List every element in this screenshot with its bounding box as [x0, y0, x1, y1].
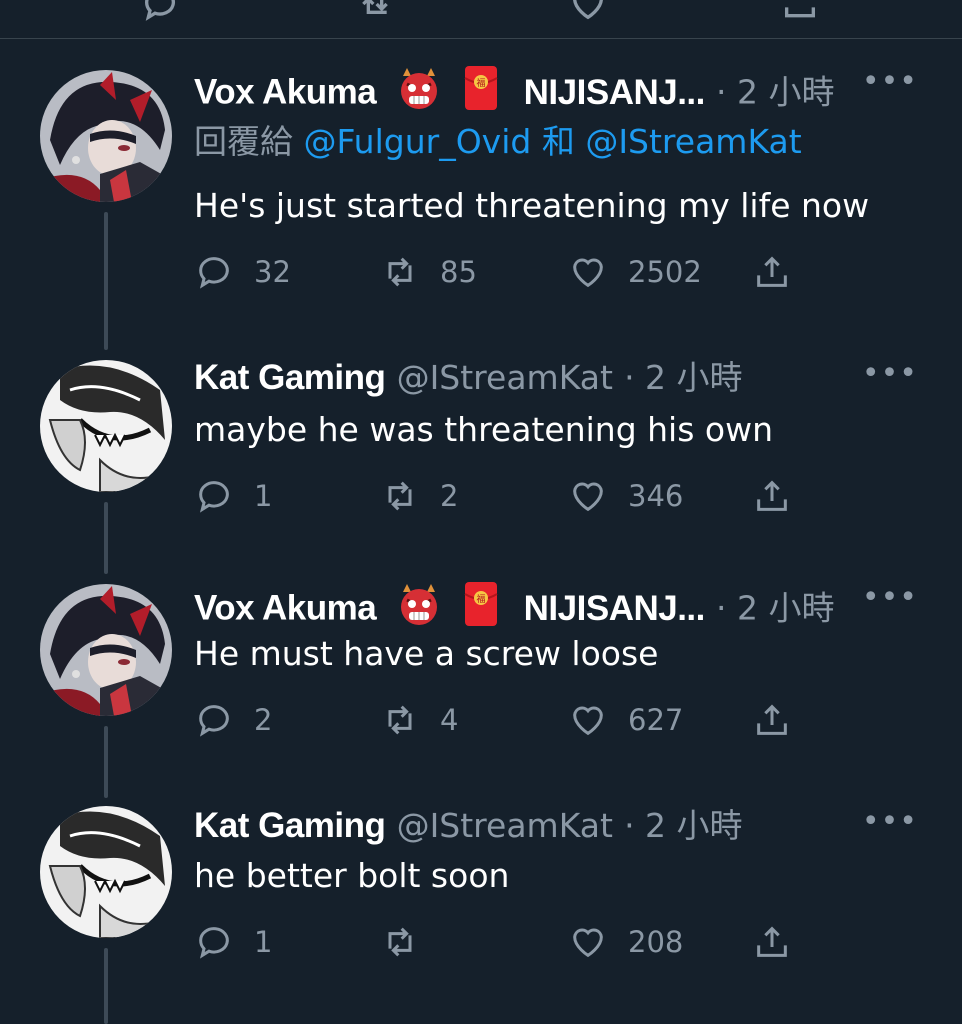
reply-icon	[199, 481, 229, 513]
share-icon[interactable]	[780, 0, 820, 24]
like-count: 208	[628, 925, 684, 959]
share-button[interactable]	[752, 474, 792, 518]
retweet-icon	[388, 481, 412, 511]
retweet-icon	[388, 257, 412, 287]
author-name[interactable]: Vox Akuma	[194, 73, 377, 112]
like-button[interactable]: 346	[568, 474, 683, 518]
tweet-time[interactable]: · 2 小時	[624, 806, 742, 845]
more-icon[interactable]: •••	[862, 804, 918, 839]
more-icon[interactable]: •••	[862, 580, 918, 615]
reply-button[interactable]: 1	[194, 920, 272, 964]
author-name[interactable]: Kat Gaming	[194, 358, 386, 397]
retweet-button[interactable]: 4	[380, 698, 458, 742]
heart-icon	[573, 928, 603, 958]
reply-prefix: 回覆給	[194, 122, 293, 161]
retweet-icon	[388, 927, 412, 957]
author-name[interactable]: Vox Akuma	[194, 589, 377, 628]
reply-count: 1	[254, 479, 273, 513]
reply-count: 32	[254, 255, 291, 289]
tweet-time[interactable]: · 2 小時	[716, 73, 834, 112]
author-handle[interactable]: @IStreamKat	[397, 358, 613, 397]
display-suffix: NIJISANJ...	[523, 588, 706, 628]
retweet-count: 2	[440, 479, 459, 513]
tweet-header: Kat Gaming @IStreamKat · 2 小時	[194, 804, 743, 848]
avatar[interactable]	[40, 806, 172, 938]
reply-icon	[199, 927, 229, 959]
like-button[interactable]: 627	[568, 698, 683, 742]
reply-icon	[199, 257, 229, 289]
heart-icon	[573, 258, 603, 288]
tweet-text: He must have a screw loose	[194, 634, 659, 673]
share-icon	[757, 256, 787, 287]
reply-icon	[199, 705, 229, 737]
retweet-button[interactable]: 85	[380, 250, 477, 294]
thread-connector	[104, 212, 108, 350]
like-count: 346	[628, 479, 684, 513]
share-icon	[757, 926, 787, 957]
tweet-header: Vox Akuma 福 NIJISANJ... · 2 小時	[194, 64, 835, 123]
avatar[interactable]	[40, 584, 172, 716]
avatar-kat-image	[40, 806, 172, 938]
tweet-time[interactable]: · 2 小時	[624, 358, 742, 397]
tweet-text: he better bolt soon	[194, 856, 510, 895]
reply-user-link[interactable]: @IStreamKat	[585, 122, 801, 161]
like-count: 627	[628, 703, 684, 737]
tweet-header: Kat Gaming @IStreamKat · 2 小時	[194, 356, 743, 400]
reply-button[interactable]: 2	[194, 698, 272, 742]
like-count: 2502	[628, 255, 702, 289]
reply-count: 1	[254, 925, 273, 959]
previous-tweet-actions	[0, 0, 962, 39]
author-handle[interactable]: @IStreamKat	[397, 806, 613, 845]
thread-connector	[104, 948, 108, 1024]
svg-text:福: 福	[476, 593, 485, 605]
retweet-count: 85	[440, 255, 477, 289]
retweet-button[interactable]	[380, 920, 440, 964]
tweet-actions: 1 2 346	[194, 474, 814, 518]
tweet-header: Vox Akuma 福 NIJISANJ... · 2 小時	[194, 580, 835, 639]
author-name[interactable]: Kat Gaming	[194, 806, 386, 845]
share-icon	[757, 480, 787, 511]
display-suffix: NIJISANJ...	[523, 72, 706, 112]
thread-connector	[104, 502, 108, 574]
tweet-actions: 1 208	[194, 920, 814, 964]
more-icon[interactable]: •••	[862, 356, 918, 391]
tweet-actions: 2 4 627	[194, 698, 814, 742]
share-button[interactable]	[752, 920, 792, 964]
more-icon[interactable]: •••	[862, 64, 918, 99]
red-envelope-emoji: 福	[463, 580, 499, 639]
share-button[interactable]	[752, 698, 792, 742]
share-button[interactable]	[752, 250, 792, 294]
avatar-vox-image	[40, 70, 172, 202]
tweet-actions: 32 85 2502	[194, 250, 814, 294]
avatar[interactable]	[40, 360, 172, 492]
retweet-icon[interactable]	[355, 0, 395, 24]
tweet-time[interactable]: · 2 小時	[716, 589, 834, 628]
retweet-count: 4	[440, 703, 459, 737]
tweet-text: maybe he was threatening his own	[194, 410, 773, 449]
like-button[interactable]: 208	[568, 920, 683, 964]
share-icon	[757, 704, 787, 735]
avatar-kat-image	[40, 360, 172, 492]
reply-user-link[interactable]: @Fulgur_Ovid	[304, 122, 532, 161]
heart-icon[interactable]	[568, 0, 608, 24]
reply-context: 回覆給 @Fulgur_Ovid 和 @IStreamKat	[194, 120, 802, 164]
demon-face-emoji	[397, 66, 441, 121]
reply-button[interactable]: 1	[194, 474, 272, 518]
reply-join: 和	[541, 122, 575, 161]
heart-icon	[573, 482, 603, 512]
reply-icon[interactable]	[140, 0, 180, 24]
avatar[interactable]	[40, 70, 172, 202]
reply-button[interactable]: 32	[194, 250, 291, 294]
thread-connector	[104, 726, 108, 798]
heart-icon	[573, 706, 603, 736]
retweet-icon	[388, 705, 412, 735]
retweet-button[interactable]: 2	[380, 474, 458, 518]
like-button[interactable]: 2502	[568, 250, 702, 294]
tweet-text: He's just started threatening my life no…	[194, 186, 870, 225]
svg-text:福: 福	[476, 77, 485, 89]
red-envelope-emoji: 福	[463, 64, 499, 123]
avatar-vox-image	[40, 584, 172, 716]
demon-face-emoji	[397, 582, 441, 637]
reply-count: 2	[254, 703, 273, 737]
